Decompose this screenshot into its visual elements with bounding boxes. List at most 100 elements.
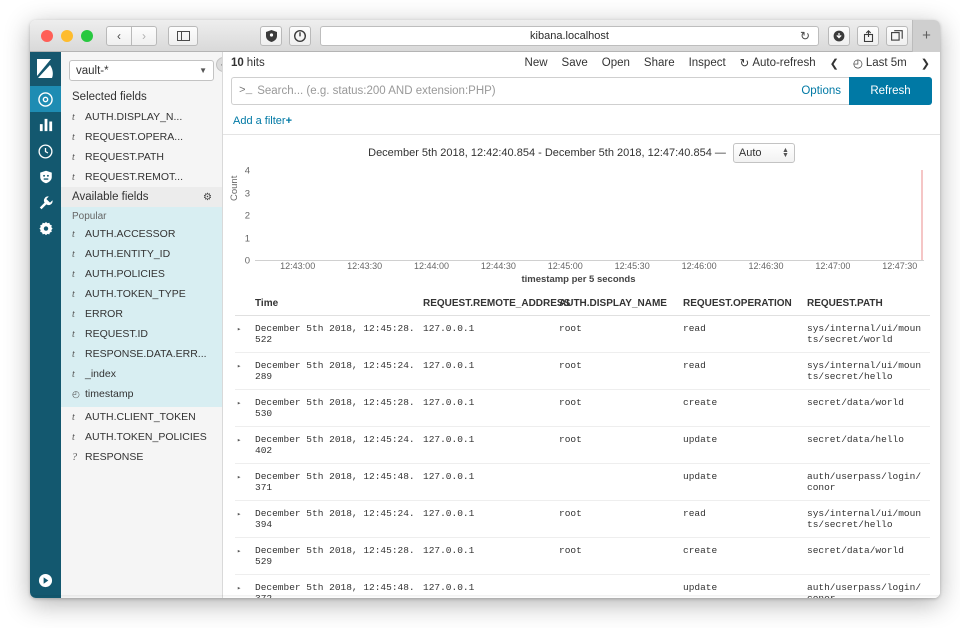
share-button[interactable]: Share — [644, 57, 675, 69]
sidebar-item-settings[interactable] — [30, 216, 61, 242]
auto-refresh-button[interactable]: ↻ Auto-refresh — [740, 56, 816, 70]
field-type-icon: t — [72, 248, 75, 260]
row-expander-button[interactable]: ▸ — [235, 352, 251, 390]
field-item[interactable]: t AUTH.POLICIES — [61, 264, 222, 284]
show-sidebar-button[interactable] — [168, 25, 198, 46]
sidebar-item-management[interactable] — [30, 190, 61, 216]
reload-icon[interactable]: ↻ — [800, 29, 810, 43]
row-expander-button[interactable]: ▸ — [235, 315, 251, 353]
row-expander-button[interactable]: ▸ — [235, 537, 251, 575]
shield-extension-button[interactable] — [260, 25, 282, 46]
search-box[interactable]: >_ Options — [231, 77, 849, 105]
sidebar-item-dev-tools[interactable] — [30, 164, 61, 190]
row-expander-button[interactable]: ▸ — [235, 389, 251, 427]
row-expander-button[interactable]: ▸ — [235, 426, 251, 464]
field-type-icon: ◴ — [72, 388, 80, 399]
add-filter-button[interactable]: Add a filter+ — [233, 115, 292, 127]
y-axis-tick: 1 — [244, 233, 250, 244]
search-input[interactable] — [257, 85, 794, 97]
column-header-operation[interactable]: REQUEST.OPERATION — [679, 295, 803, 316]
downloads-button[interactable] — [828, 25, 850, 46]
browser-toolbar: ‹ › kibana.localhost ↻ + — [30, 20, 940, 52]
column-header-path[interactable]: REQUEST.PATH — [803, 295, 930, 316]
index-pattern-selector[interactable]: vault-* ▼ — [69, 60, 214, 81]
main-column: 10 hits New Save Open Share Inspect ↻ Au… — [223, 52, 940, 598]
privacy-extension-button[interactable] — [289, 25, 311, 46]
row-expander-button[interactable]: ▸ — [235, 500, 251, 538]
field-item[interactable]: ? RESPONSE — [61, 447, 222, 467]
field-item[interactable]: t REQUEST.REMOT... — [61, 167, 222, 187]
global-nav — [30, 52, 61, 598]
minimize-window-button[interactable] — [61, 29, 73, 42]
save-button[interactable]: Save — [562, 57, 588, 69]
interval-value: Auto — [738, 147, 762, 159]
table-row[interactable]: ▸ December 5th 2018, 12:45:24.394 127.0.0.… — [235, 500, 930, 538]
field-item[interactable]: t RESPONSE.DATA.ERR... — [61, 344, 222, 364]
field-item[interactable]: t AUTH.CLIENT_TOKEN — [61, 407, 222, 427]
cell-operation: read — [679, 500, 803, 538]
interval-selector[interactable]: Auto ▲ ▼ — [732, 143, 795, 163]
time-next-button[interactable]: ❯ — [921, 57, 930, 70]
field-item[interactable]: t REQUEST.PATH — [61, 147, 222, 167]
chevron-left-icon: ❮ — [220, 60, 222, 69]
field-item[interactable]: t AUTH.DISPLAY_N... — [61, 107, 222, 127]
refresh-button[interactable]: Refresh — [849, 77, 932, 105]
address-bar[interactable]: kibana.localhost ↻ — [320, 25, 819, 46]
table-row[interactable]: ▸ December 5th 2018, 12:45:24.402 127.0.0.… — [235, 426, 930, 464]
cell-time: December 5th 2018, 12:45:24.402 — [251, 426, 419, 464]
new-tab-button[interactable]: + — [912, 20, 940, 52]
options-button[interactable]: Options — [793, 85, 841, 97]
inspect-button[interactable]: Inspect — [689, 57, 726, 69]
field-item[interactable]: t ERROR — [61, 304, 222, 324]
cell-time: December 5th 2018, 12:45:24.394 — [251, 500, 419, 538]
field-item[interactable]: t AUTH.TOKEN_TYPE — [61, 284, 222, 304]
table-row[interactable]: ▸ December 5th 2018, 12:45:48.371 127.0.0.… — [235, 463, 930, 501]
field-type-icon: t — [72, 308, 75, 320]
field-item[interactable]: t REQUEST.OPERA... — [61, 127, 222, 147]
field-item[interactable]: t AUTH.ACCESSOR — [61, 224, 222, 244]
field-item[interactable]: t REQUEST.ID — [61, 324, 222, 344]
cell-path: secret/data/world — [803, 537, 930, 575]
add-filter-label: Add a filter — [233, 115, 286, 127]
open-button[interactable]: Open — [602, 57, 630, 69]
expand-triangle-icon: ▸ — [237, 474, 242, 482]
cell-path: sys/internal/ui/mounts/secret/world — [803, 315, 930, 353]
show-tabs-button[interactable] — [886, 25, 908, 46]
window-bottom-edge — [30, 595, 940, 598]
field-item[interactable]: t AUTH.TOKEN_POLICIES — [61, 427, 222, 447]
cell-time: December 5th 2018, 12:45:28.522 — [251, 315, 419, 353]
table-row[interactable]: ▸ December 5th 2018, 12:45:28.522 127.0.0.… — [235, 315, 930, 353]
field-item[interactable]: t _index — [61, 364, 222, 384]
chevron-down-icon: ▼ — [199, 66, 207, 75]
sidebar-item-visualize[interactable] — [30, 112, 61, 138]
share-button[interactable] — [857, 25, 879, 46]
table-row[interactable]: ▸ December 5th 2018, 12:45:28.530 127.0.0.… — [235, 389, 930, 427]
forward-button[interactable]: › — [131, 25, 157, 46]
sidebar-item-discover[interactable] — [30, 86, 61, 112]
nav-collapse-button[interactable] — [30, 573, 61, 588]
table-row[interactable]: ▸ December 5th 2018, 12:45:28.529 127.0.0.… — [235, 537, 930, 575]
time-range-button[interactable]: ◴ Last 5m — [853, 56, 907, 70]
field-name: AUTH.ENTITY_ID — [85, 248, 171, 260]
time-prev-button[interactable]: ❮ — [830, 57, 839, 70]
new-button[interactable]: New — [525, 57, 548, 69]
kibana-logo[interactable] — [30, 52, 61, 86]
close-window-button[interactable] — [41, 29, 53, 42]
sidebar-item-dashboard[interactable] — [30, 138, 61, 164]
column-header-time[interactable]: Time — [251, 295, 419, 316]
table-row[interactable]: ▸ December 5th 2018, 12:45:24.289 127.0.0.… — [235, 352, 930, 390]
x-axis-tick: 12:47:30 — [882, 261, 918, 271]
column-header-display[interactable]: AUTH.DISPLAY_NAME — [555, 295, 679, 316]
column-header-address[interactable]: REQUEST.REMOTE_ADDRESS — [419, 295, 570, 316]
prompt-icon: >_ — [239, 85, 253, 97]
gear-icon[interactable]: ⚙ — [203, 192, 212, 203]
back-button[interactable]: ‹ — [106, 25, 132, 46]
field-item[interactable]: t AUTH.ENTITY_ID — [61, 244, 222, 264]
field-item[interactable]: ◴ timestamp — [61, 384, 222, 404]
sidebar-collapse-button[interactable]: ❮ — [216, 57, 222, 72]
row-expander-button[interactable]: ▸ — [235, 463, 251, 501]
field-name: AUTH.CLIENT_TOKEN — [85, 411, 196, 423]
maximize-window-button[interactable] — [81, 29, 93, 42]
expand-triangle-icon: ▸ — [237, 548, 242, 556]
browser-right-buttons — [828, 25, 908, 46]
